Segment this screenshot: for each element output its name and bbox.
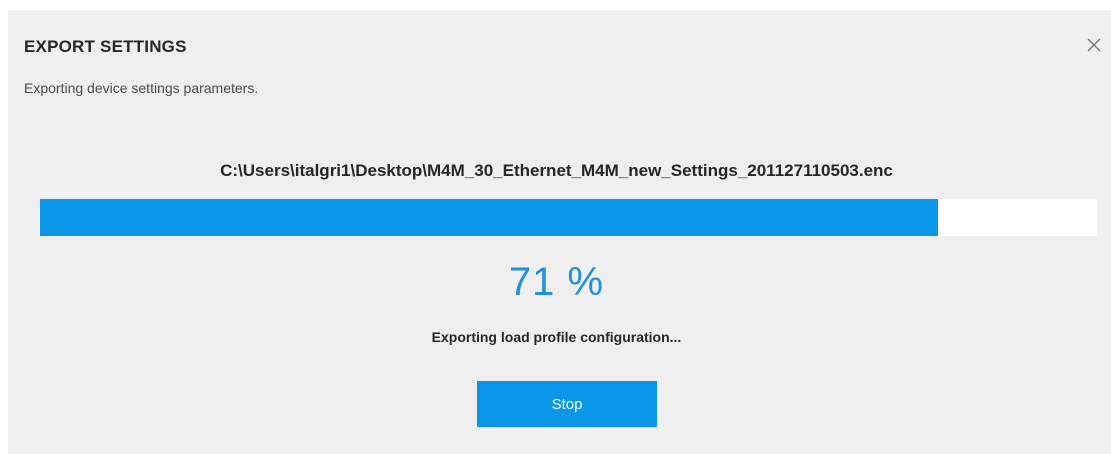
progress-bar-fill bbox=[40, 199, 939, 236]
progress-percent-label: 71 % bbox=[508, 260, 605, 304]
dialog-subtitle: Exporting device settings parameters. bbox=[24, 80, 259, 96]
close-icon[interactable] bbox=[1085, 36, 1103, 54]
dialog-title: EXPORT SETTINGS bbox=[24, 37, 187, 56]
export-settings-dialog: EXPORT SETTINGS Exporting device setting… bbox=[8, 10, 1111, 454]
export-status-text: Exporting load profile configuration... bbox=[431, 329, 682, 345]
export-file-path: C:\Users\italgri1\Desktop\M4M_30_Etherne… bbox=[220, 161, 893, 180]
progress-bar bbox=[40, 199, 1097, 236]
stop-button[interactable]: Stop bbox=[477, 381, 657, 427]
